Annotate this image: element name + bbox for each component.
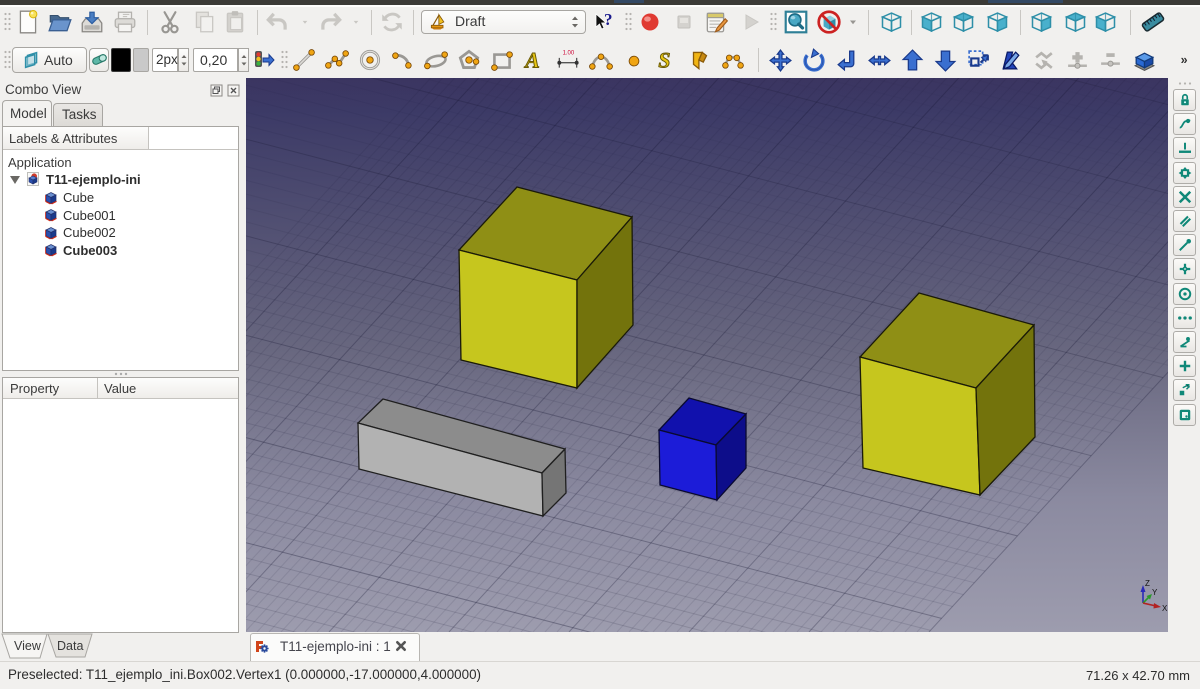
svg-text:Z: Z: [1145, 579, 1150, 588]
svg-text:Y: Y: [1152, 588, 1158, 597]
svg-text:X: X: [1162, 604, 1168, 613]
